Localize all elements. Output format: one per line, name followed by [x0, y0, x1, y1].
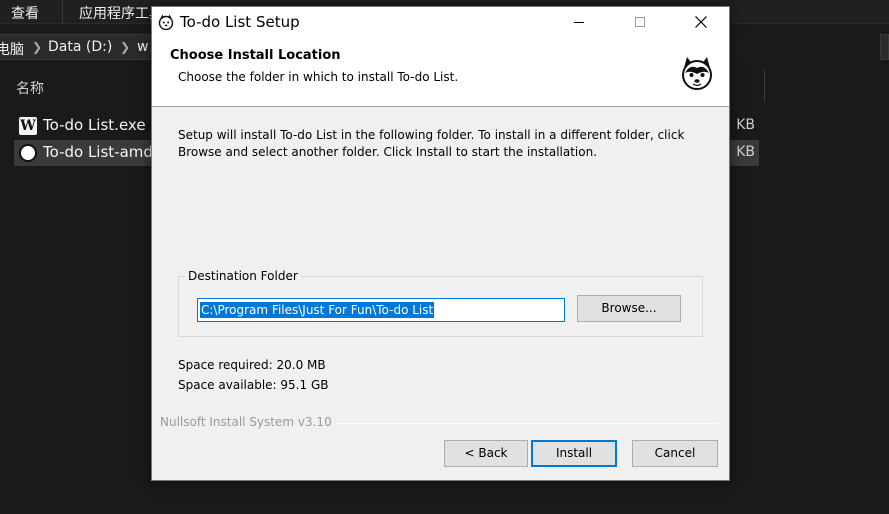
file-size: KB: [736, 144, 755, 160]
file-size: KB: [736, 117, 755, 133]
browse-button[interactable]: Browse...: [577, 295, 681, 322]
title-bar[interactable]: To-do List Setup: [152, 7, 729, 38]
destination-path-value: C:\Program Files\Just For Fun\To-do List: [200, 302, 435, 318]
husky-icon: [19, 144, 37, 162]
destination-folder-label: Destination Folder: [185, 269, 301, 283]
maximize-icon: [635, 17, 645, 27]
back-button[interactable]: < Back: [444, 440, 528, 467]
file-name: To-do List.exe: [43, 116, 146, 134]
install-button-label: Install: [555, 446, 593, 460]
back-button-label: < Back: [464, 446, 508, 460]
column-divider: [764, 70, 765, 102]
branding-divider: [328, 423, 718, 424]
minimize-icon: [574, 22, 584, 23]
breadcrumb-data-drive[interactable]: Data (D:): [48, 39, 112, 55]
menu-separator: [62, 0, 63, 24]
install-button[interactable]: Install: [531, 440, 617, 467]
husky-icon: [158, 14, 174, 30]
maximize-button[interactable]: [617, 7, 663, 38]
browse-button-label: Browse...: [601, 301, 657, 315]
close-button[interactable]: [678, 7, 724, 38]
space-available: Space available: 95.1 GB: [178, 378, 329, 392]
file-name: To-do List-amd: [43, 143, 153, 161]
window-title: To-do List Setup: [180, 13, 300, 31]
search-box[interactable]: [880, 34, 889, 60]
husky-logo-icon: [682, 57, 712, 90]
menu-view[interactable]: 查看: [11, 3, 39, 23]
chevron-right-icon: ❯: [120, 40, 131, 54]
cancel-button-label: Cancel: [654, 446, 696, 460]
page-header: Choose Install Location Choose the folde…: [152, 38, 729, 107]
breadcrumb-folder[interactable]: w: [137, 39, 148, 55]
breadcrumb-pc[interactable]: 电脑: [0, 39, 24, 59]
instructions-text: Setup will install To-do List in the fol…: [178, 128, 685, 159]
installer-window: To-do List Setup Choose Install Location…: [151, 6, 730, 481]
cancel-button[interactable]: Cancel: [632, 440, 718, 467]
space-required: Space required: 20.0 MB: [178, 358, 326, 372]
chevron-right-icon: ❯: [32, 40, 43, 54]
column-header-name[interactable]: 名称: [16, 78, 44, 98]
page-title: Choose Install Location: [170, 48, 341, 63]
page-subtitle: Choose the folder in which to install To…: [178, 70, 459, 84]
close-icon: [695, 16, 707, 28]
minimize-button[interactable]: [556, 7, 602, 38]
address-box[interactable]: 电脑 ❯ Data (D:) ❯ w: [0, 34, 170, 60]
w-app-icon: W: [19, 117, 37, 135]
branding-text: Nullsoft Install System v3.10: [160, 415, 336, 429]
destination-folder-group: Destination Folder C:\Program Files\Just…: [178, 269, 703, 337]
destination-path-input[interactable]: C:\Program Files\Just For Fun\To-do List: [197, 298, 565, 322]
